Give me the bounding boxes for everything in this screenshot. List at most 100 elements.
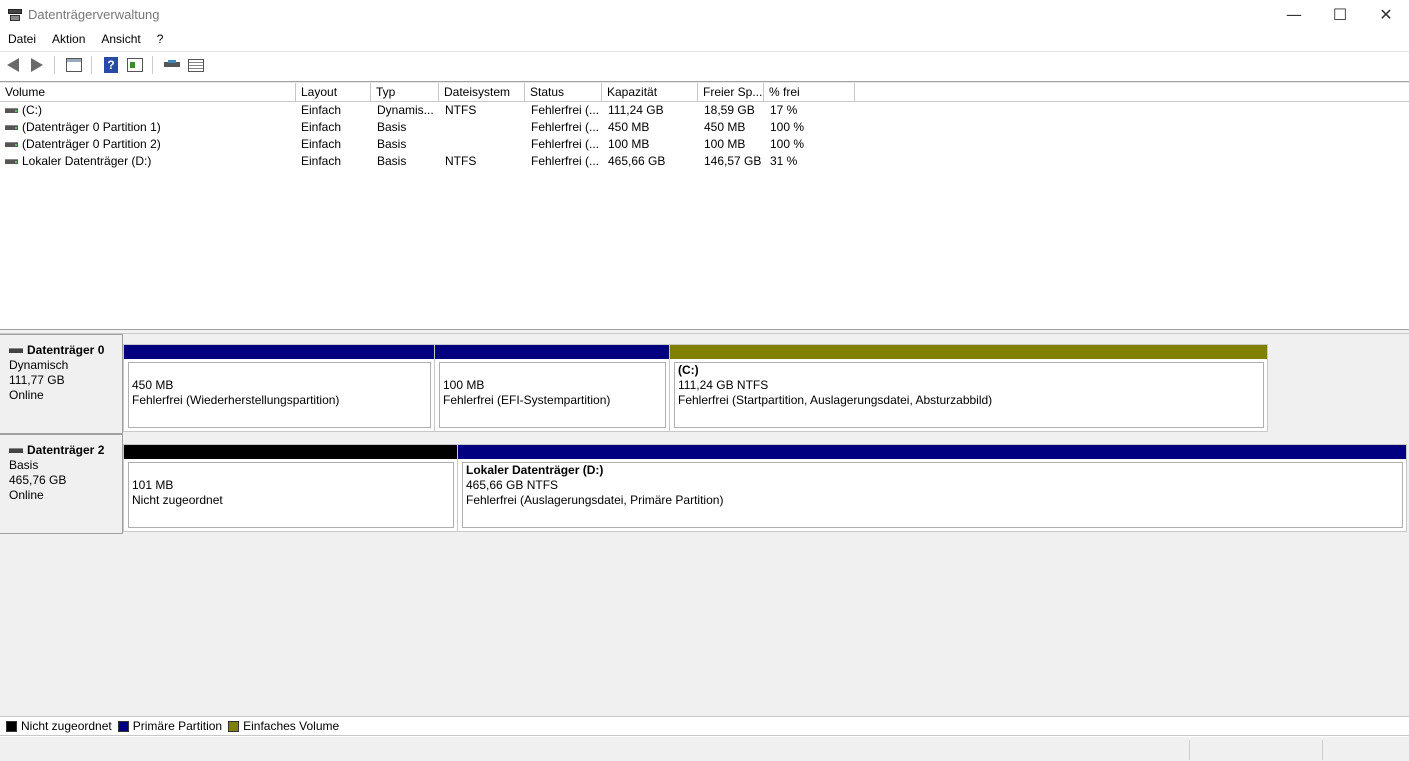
- column-freier-speicher[interactable]: Freier Sp...: [698, 83, 764, 102]
- volume-layout: Einfach: [301, 137, 342, 151]
- volume-fs: [440, 136, 526, 153]
- volume-fs: NTFS: [445, 154, 477, 168]
- partition-size: 450 MB: [132, 378, 174, 392]
- menu-aktion[interactable]: Aktion: [44, 29, 93, 50]
- status-segment: [1322, 740, 1323, 760]
- partition-0-2[interactable]: 100 MB Fehlerfrei (EFI-Systempartition): [434, 344, 670, 432]
- menu-bar: Datei Aktion Ansicht ?: [0, 29, 1409, 50]
- help-button[interactable]: ?: [100, 55, 122, 75]
- legend: Nicht zugeordnet Primäre Partition Einfa…: [0, 716, 1409, 736]
- legend-label: Einfaches Volume: [243, 719, 340, 733]
- volume-icon: [5, 159, 18, 164]
- console-tree-button[interactable]: [63, 55, 85, 75]
- disk-icon: [9, 448, 23, 453]
- disk-row-2: Datenträger 2 Basis 465,76 GB Online 101…: [0, 434, 1409, 534]
- legend-label: Nicht zugeordnet: [21, 719, 112, 733]
- table-row[interactable]: (Datenträger 0 Partition 2) Einfach Basi…: [0, 136, 1409, 153]
- legend-swatch: [117, 720, 129, 732]
- volume-typ: Basis: [377, 120, 407, 134]
- partition-d[interactable]: Lokaler Datenträger (D:) 465,66 GB NTFS …: [457, 444, 1407, 532]
- volume-pct-free: 31 %: [770, 154, 798, 168]
- volume-fs: NTFS: [445, 103, 477, 117]
- disk-name: Datenträger 2: [27, 443, 105, 457]
- volume-name: (Datenträger 0 Partition 1): [22, 120, 161, 134]
- properties-icon: [127, 58, 143, 72]
- help-icon: ?: [104, 57, 118, 73]
- column-status[interactable]: Status: [525, 83, 602, 102]
- legend-item: Einfaches Volume: [228, 719, 339, 733]
- properties-button[interactable]: [124, 55, 146, 75]
- volume-status: Fehlerfrei (...: [531, 154, 600, 168]
- volume-status: Fehlerfrei (...: [531, 137, 600, 151]
- volume-name: Lokaler Datenträger (D:): [22, 154, 152, 168]
- column-typ[interactable]: Typ: [371, 83, 439, 102]
- volume-name: (Datenträger 0 Partition 2): [22, 137, 161, 151]
- column-volume[interactable]: Volume: [0, 83, 296, 102]
- partition-status: Fehlerfrei (EFI-Systempartition): [443, 393, 611, 407]
- disk-type: Dynamisch: [9, 358, 69, 372]
- volume-list: Volume Layout Typ Dateisystem Status Kap…: [0, 81, 1409, 329]
- volume-icon: [5, 142, 18, 147]
- partition-color-bar: [670, 345, 1267, 359]
- close-button[interactable]: ✕: [1363, 0, 1409, 29]
- disk-size: 465,76 GB: [9, 473, 67, 487]
- disk-type: Basis: [9, 458, 39, 472]
- volume-layout: Einfach: [301, 120, 342, 134]
- partition-0-1[interactable]: 450 MB Fehlerfrei (Wiederherstellungspar…: [123, 344, 435, 432]
- partition-size: 100 MB: [443, 378, 485, 392]
- disk-info-2[interactable]: Datenträger 2 Basis 465,76 GB Online: [0, 434, 123, 534]
- table-row[interactable]: (C:) Einfach Dynamis... NTFS Fehlerfrei …: [0, 102, 1409, 119]
- rescan-disks-button[interactable]: [161, 55, 183, 75]
- partition-status: Nicht zugeordnet: [132, 493, 223, 507]
- volume-layout: Einfach: [301, 154, 342, 168]
- legend-swatch: [228, 720, 240, 732]
- legend-item: Nicht zugeordnet: [6, 719, 112, 733]
- toolbar-separator: [54, 56, 55, 74]
- volume-icon: [5, 108, 18, 113]
- menu-ansicht[interactable]: Ansicht: [93, 29, 148, 50]
- back-button[interactable]: [2, 55, 24, 75]
- window-title: Datenträgerverwaltung: [28, 7, 160, 22]
- back-arrow-icon: [7, 58, 19, 72]
- column-prozent-frei[interactable]: % frei: [764, 83, 855, 102]
- forward-arrow-icon: [31, 58, 43, 72]
- partition-title: [132, 463, 453, 478]
- volume-pct-free: 17 %: [770, 103, 798, 117]
- volume-icon: [5, 125, 18, 130]
- table-row[interactable]: Lokaler Datenträger (D:) Einfach Basis N…: [0, 153, 1409, 170]
- volume-capacity: 465,66 GB: [608, 154, 666, 168]
- column-kapazitaet[interactable]: Kapazität: [602, 83, 698, 102]
- disk-name: Datenträger 0: [27, 343, 105, 357]
- partition-c[interactable]: (C:) 111,24 GB NTFS Fehlerfrei (Startpar…: [669, 344, 1268, 432]
- partition-color-bar: [435, 345, 669, 359]
- partition-status: Fehlerfrei (Startpartition, Auslagerungs…: [678, 393, 993, 407]
- disk-row-0: Datenträger 0 Dynamisch 111,77 GB Online…: [0, 334, 1270, 434]
- disk-icon: [164, 60, 180, 70]
- legend-swatch: [6, 720, 17, 732]
- table-row[interactable]: (Datenträger 0 Partition 1) Einfach Basi…: [0, 119, 1409, 136]
- list-icon: [188, 58, 204, 72]
- volume-free: 146,57 GB: [704, 154, 762, 168]
- title-bar: Datenträgerverwaltung — ☐ ✕: [0, 0, 1409, 29]
- legend-label: Primäre Partition: [132, 719, 223, 733]
- partition-unallocated[interactable]: 101 MB Nicht zugeordnet: [123, 444, 458, 532]
- menu-help[interactable]: ?: [149, 29, 172, 50]
- volume-typ: Basis: [377, 154, 407, 168]
- column-layout[interactable]: Layout: [296, 83, 371, 102]
- status-segment: [1189, 740, 1190, 760]
- volume-pct-free: 100 %: [770, 120, 805, 134]
- column-dateisystem[interactable]: Dateisystem: [439, 83, 525, 102]
- partition-size: 111,24 GB NTFS: [678, 378, 769, 392]
- forward-button[interactable]: [26, 55, 48, 75]
- disk-state: Online: [9, 388, 44, 402]
- menu-datei[interactable]: Datei: [0, 29, 44, 50]
- volume-typ: Dynamis...: [377, 103, 434, 117]
- partition-size: 465,66 GB NTFS: [466, 478, 559, 492]
- disk-info-0[interactable]: Datenträger 0 Dynamisch 111,77 GB Online: [0, 334, 123, 434]
- partition-color-bar: [124, 345, 434, 359]
- volume-capacity: 111,24 GB: [608, 103, 664, 117]
- minimize-button[interactable]: —: [1271, 0, 1317, 29]
- partition-color-bar: [458, 445, 1406, 459]
- maximize-button[interactable]: ☐: [1317, 0, 1363, 29]
- list-view-button[interactable]: [185, 55, 207, 75]
